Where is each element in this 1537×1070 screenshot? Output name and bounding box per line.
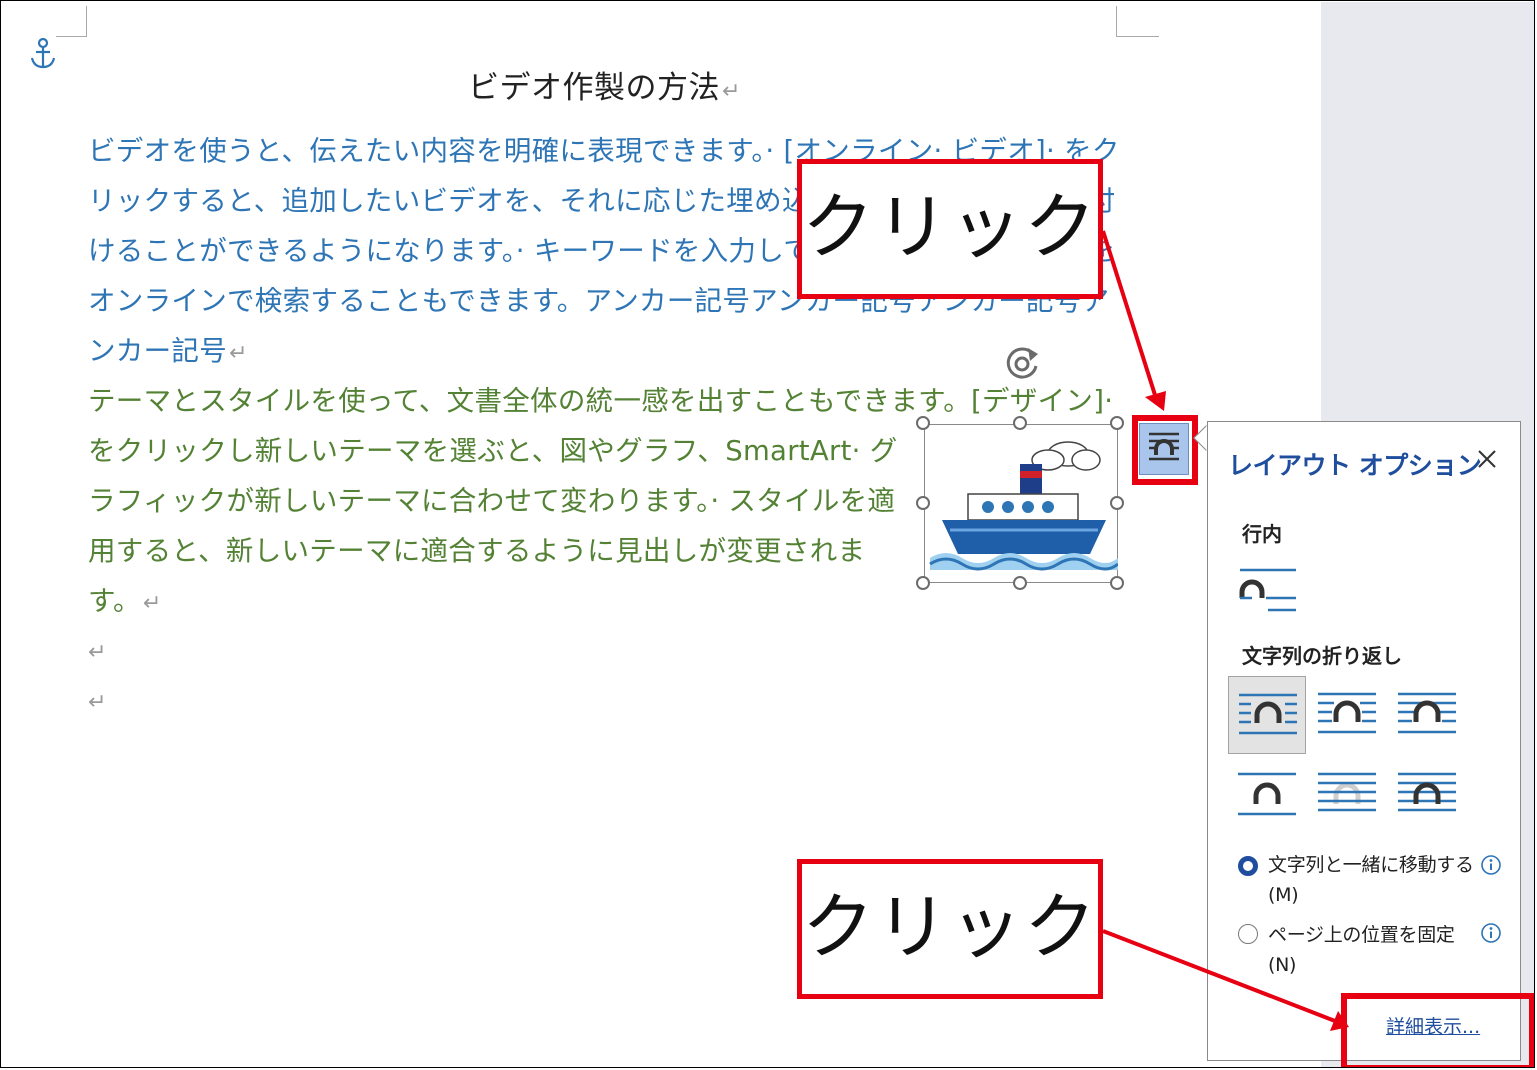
screenshot-frame: ビデオ作製の方法↵ ビデオを使うと、伝えたい内容を明確に表現できます。· [オン… [0, 0, 1535, 1068]
arrowhead [1145, 391, 1166, 411]
arrow-to-see-more [1102, 929, 1336, 1023]
annotation-arrows [1101, 230, 1349, 1031]
arrow-to-layout-button [1101, 230, 1157, 396]
